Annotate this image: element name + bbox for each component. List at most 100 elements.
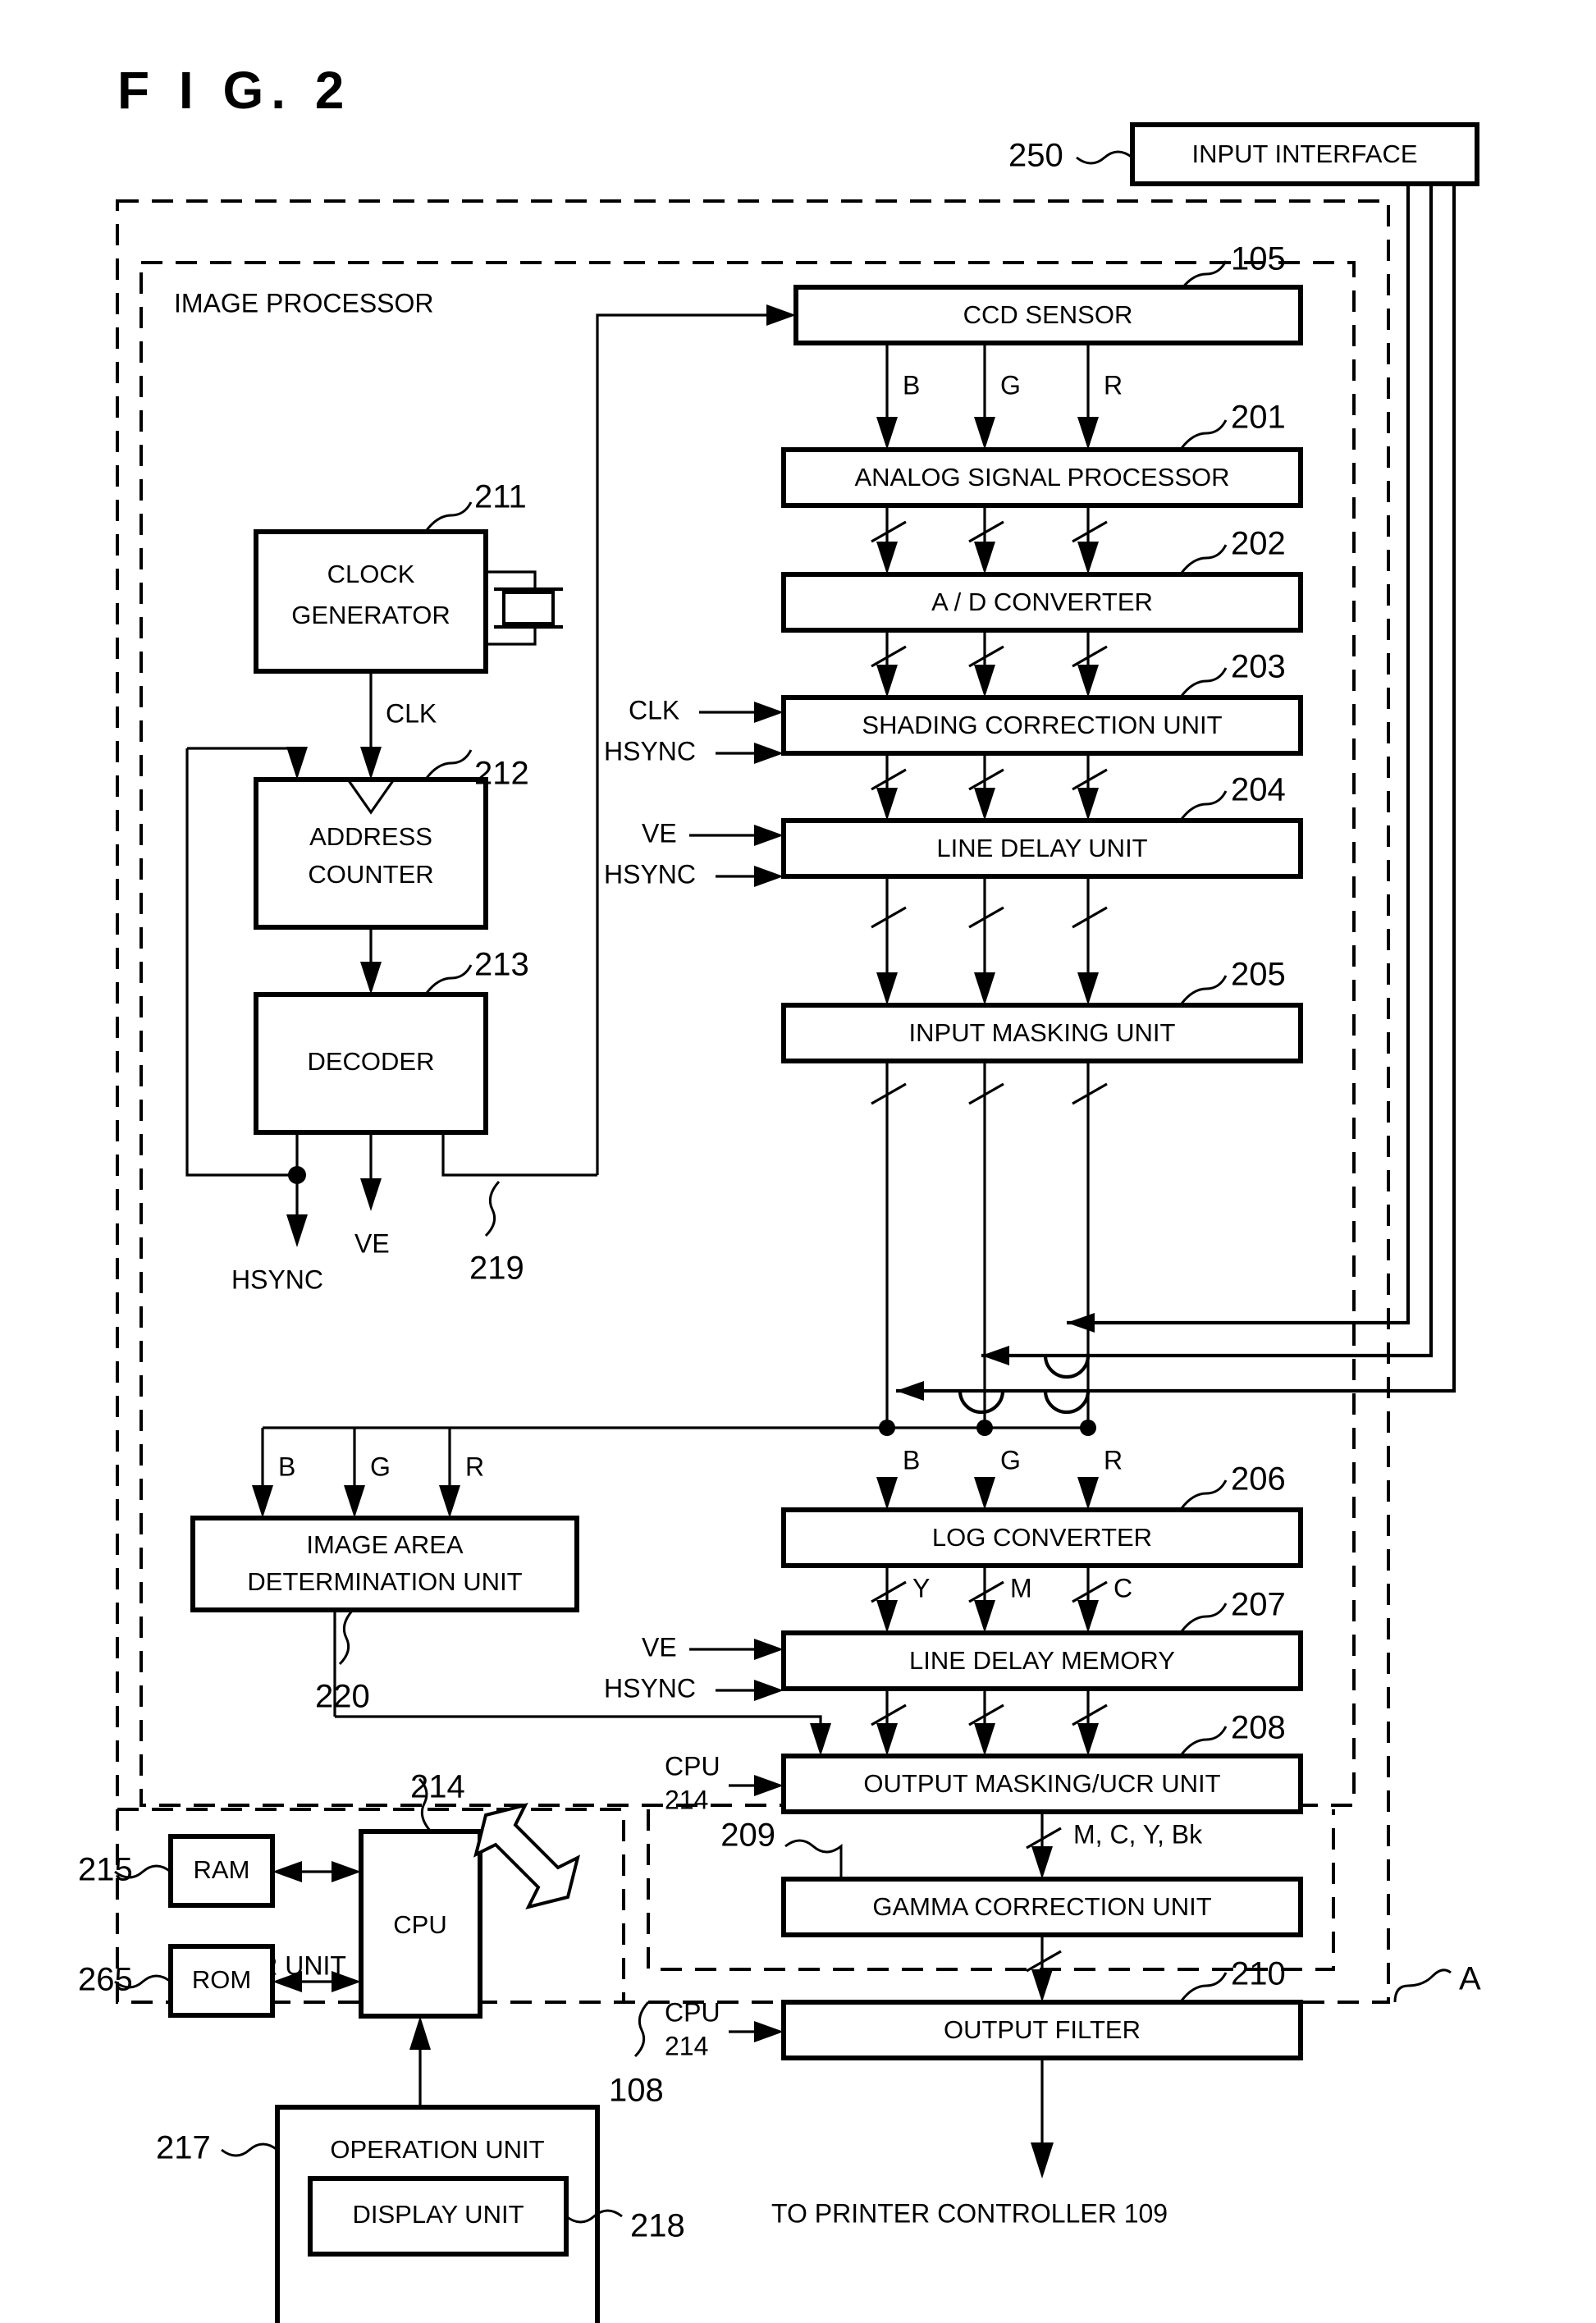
arrow-clk-203 (754, 702, 784, 723)
arrow-203-b (876, 665, 898, 697)
arrow-202-r (1077, 542, 1099, 574)
wire-if-2 (981, 184, 1434, 1358)
signal-hsync-207: HSYNC (604, 1673, 696, 1703)
leader-212 (425, 749, 473, 779)
signal-r-iadu: R (465, 1452, 484, 1481)
slash-202-r (1072, 645, 1108, 668)
leader-210 (1180, 1972, 1228, 2001)
signal-hsync-203: HSYNC (604, 736, 696, 766)
arrow-if-3 (896, 1381, 924, 1401)
slash-201-g (968, 520, 1004, 543)
ref-207: 207 (1231, 1587, 1286, 1623)
signal-g-ccd: G (1000, 370, 1021, 400)
junction-b (879, 1420, 895, 1436)
slash-205-b (871, 1082, 907, 1105)
crystal-bottom-lead (486, 627, 537, 646)
slash-207-c (1072, 1703, 1108, 1726)
leader-220 (338, 1609, 354, 1666)
decoder-label: DECODER (307, 1047, 434, 1076)
slash-202-b (871, 645, 907, 668)
ref-220: 220 (315, 1679, 370, 1715)
analog-signal-processor-label: ANALOG SIGNAL PROCESSOR (854, 463, 1229, 492)
arrow-hsync-out (286, 1214, 308, 1247)
arrow-204-g (974, 788, 995, 821)
junction-r (1080, 1420, 1096, 1436)
ref-219: 219 (469, 1251, 524, 1287)
leader-204 (1180, 790, 1228, 820)
slash-206-c (1072, 1580, 1108, 1603)
figure-title: F I G. 2 (117, 61, 351, 120)
slash-208 (1026, 1827, 1062, 1850)
cpu-label: CPU (393, 1910, 446, 1939)
arrow-counter-reset (286, 747, 308, 780)
log-converter-label: LOG CONVERTER (932, 1523, 1152, 1552)
slash-207-m (968, 1703, 1004, 1726)
boundary-label-a: A (1459, 1961, 1481, 1997)
signal-c: C (1114, 1573, 1132, 1603)
ref-108: 108 (609, 2073, 664, 2109)
arrow-iadu-b (252, 1485, 273, 1518)
ref-213: 213 (474, 947, 529, 983)
arrow-ve-204 (754, 825, 784, 846)
signal-y: Y (912, 1573, 930, 1603)
arrow-ve-207 (754, 1639, 784, 1660)
arrow-ccd-b (876, 417, 898, 450)
leader-203 (1180, 667, 1228, 697)
leader-219 (484, 1181, 501, 1237)
ram-label: RAM (194, 1855, 250, 1884)
hop-arc-3 (958, 1390, 1005, 1415)
arrow-220-208 (810, 1723, 831, 1756)
leader-209 (784, 1839, 843, 1877)
slash-203-r (1072, 768, 1108, 791)
arrow-decoder (360, 962, 382, 995)
arrow-iadu-g (344, 1485, 365, 1518)
arrow-204-r (1077, 788, 1099, 821)
arrow-rom-right (332, 1971, 361, 1992)
ref-209: 209 (720, 1818, 775, 1854)
arrow-203-g (974, 665, 995, 697)
arrow-207-y (876, 1600, 898, 1633)
arrow-ccd-g (974, 417, 995, 450)
line-delay-memory-label: LINE DELAY MEMORY (909, 1646, 1175, 1675)
signal-mcybk: M, C, Y, Bk (1073, 1819, 1203, 1849)
arrow-208-m (974, 1723, 995, 1756)
slash-203-g (968, 768, 1004, 791)
arrow-log-g (974, 1477, 995, 1510)
arrow-log-b (876, 1477, 898, 1510)
ref-211: 211 (474, 479, 527, 515)
arrow-cpu-up (409, 2016, 431, 2050)
ref-250: 250 (1008, 138, 1063, 174)
signal-g-iadu: G (370, 1452, 391, 1481)
display-unit-label: DISPLAY UNIT (352, 2200, 524, 2229)
block-address-counter[interactable] (254, 777, 488, 930)
signal-g-log: G (1000, 1445, 1021, 1475)
slash-204-b (871, 906, 907, 929)
slash-203-b (871, 768, 907, 791)
signal-b-iadu: B (278, 1452, 295, 1481)
arrow-ram-left (272, 1861, 302, 1882)
arrow-207-m (974, 1600, 995, 1633)
input-interface-label: INPUT INTERFACE (1191, 139, 1417, 168)
cpu-label-210: CPU (665, 1997, 720, 2027)
arrow-208-y (876, 1723, 898, 1756)
arrow-203-r (1077, 665, 1099, 697)
arrow-205-r (1077, 972, 1099, 1005)
arrow-204-b (876, 788, 898, 821)
leader-a (1393, 1969, 1452, 2003)
arrow-205-b (876, 972, 898, 1005)
leader-217 (221, 2142, 278, 2157)
figure-canvas: F I G. 2 IMAGE PROCESSOR READER UNIT INP… (0, 0, 1596, 2323)
signal-m: M (1010, 1573, 1032, 1603)
leader-201 (1180, 419, 1228, 449)
operation-unit-label: OPERATION UNIT (330, 2135, 544, 2164)
ref-217: 217 (156, 2130, 211, 2166)
ref-265: 265 (78, 1962, 133, 1998)
signal-hsync-out: HSYNC (231, 1264, 323, 1294)
ref-105: 105 (1231, 241, 1286, 277)
arrow-210 (1031, 1969, 1053, 2002)
arrow-clk-counter (360, 747, 382, 780)
ref-206: 206 (1231, 1461, 1286, 1498)
leader-206 (1180, 1479, 1228, 1509)
slash-201-r (1072, 520, 1108, 543)
arrow-ccd-r (1077, 417, 1099, 450)
